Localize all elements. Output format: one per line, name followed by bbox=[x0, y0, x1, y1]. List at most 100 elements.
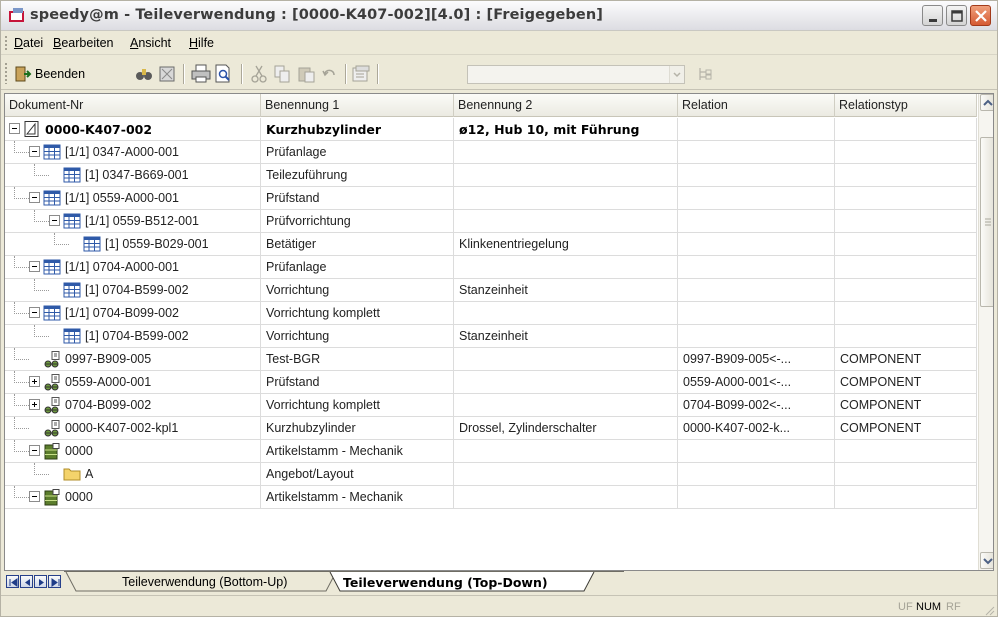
search-binoculars-icon[interactable] bbox=[135, 65, 153, 83]
document-number: 0997-B909-005 bbox=[65, 352, 152, 366]
cell-relationstyp bbox=[835, 233, 977, 256]
parts-usage-grid[interactable]: Dokument-Nr Benennung 1 Benennung 2 Rela… bbox=[4, 93, 994, 571]
document-number: [1/1] 0704-A000-001 bbox=[65, 260, 179, 274]
status-num: NUM bbox=[916, 601, 942, 613]
tab-nav-prev-button[interactable] bbox=[20, 575, 33, 588]
print-icon[interactable] bbox=[191, 64, 211, 83]
table-row[interactable]: [1/1] 0704-A000-001 Prüfanlage bbox=[5, 256, 977, 279]
cell-benennung-2 bbox=[454, 440, 678, 463]
table-row[interactable]: A Angebot/Layout bbox=[5, 463, 977, 486]
table-row[interactable]: 0000-K407-002 Kurzhubzylinder ø12, Hub 10,… bbox=[5, 118, 977, 141]
table-row[interactable]: [1/1] 0559-A000-001 Prüfstand bbox=[5, 187, 977, 210]
exit-icon bbox=[15, 66, 32, 82]
column-header-benennung-2[interactable]: Benennung 2 bbox=[454, 94, 678, 117]
column-header-relation[interactable]: Relation bbox=[678, 94, 835, 117]
cell-benennung-2: Stanzeinheit bbox=[454, 325, 678, 348]
table-icon bbox=[43, 305, 61, 321]
table-row[interactable]: 0559-A000-001 Prüfstand 0559-A000-001<-...… bbox=[5, 371, 977, 394]
tree-connector bbox=[14, 440, 15, 452]
expand-icon[interactable] bbox=[29, 399, 40, 410]
table-row[interactable]: 0000-K407-002-kpl1 Kurzhubzylinder Drossel… bbox=[5, 417, 977, 440]
menu-hilfe[interactable]: Hilfe bbox=[189, 36, 214, 50]
collapse-icon[interactable] bbox=[29, 445, 40, 456]
collapse-icon[interactable] bbox=[29, 261, 40, 272]
copy-icon[interactable] bbox=[274, 65, 291, 83]
close-button[interactable] bbox=[970, 5, 991, 26]
table-row[interactable]: [1] 0347-B669-001 Teilezuführung bbox=[5, 164, 977, 187]
table-row[interactable]: 0704-B099-002 Vorrichtung komplett 0704-B0… bbox=[5, 394, 977, 417]
tree-connector bbox=[14, 359, 29, 360]
collapse-icon[interactable] bbox=[9, 123, 20, 134]
collapse-icon[interactable] bbox=[49, 215, 60, 226]
collapse-icon[interactable] bbox=[29, 307, 40, 318]
table-row[interactable]: [1] 0559-B029-001 Betätiger Klinkenentrieg… bbox=[5, 233, 977, 256]
chevron-up-icon bbox=[983, 99, 993, 106]
properties-icon[interactable] bbox=[352, 65, 370, 83]
tab-nav-last-button[interactable] bbox=[48, 575, 61, 588]
menu-ansicht[interactable]: Ansicht bbox=[130, 36, 171, 50]
document-number: 0000 bbox=[65, 490, 93, 504]
document-number: A bbox=[85, 467, 94, 481]
column-header-relationstyp[interactable]: Relationstyp bbox=[835, 94, 977, 117]
column-header-benennung-1[interactable]: Benennung 1 bbox=[261, 94, 454, 117]
cell-dokument-nr: [1/1] 0704-A000-001 bbox=[5, 256, 261, 279]
tree-connector bbox=[34, 474, 49, 475]
cell-benennung-1: Prüfanlage bbox=[261, 256, 454, 279]
cell-relationstyp bbox=[835, 325, 977, 348]
scroll-thumb[interactable] bbox=[980, 137, 993, 307]
scroll-down-button[interactable] bbox=[980, 552, 993, 569]
collapse-icon[interactable] bbox=[29, 192, 40, 203]
resize-grip-icon[interactable] bbox=[983, 604, 995, 616]
tab-bottom-up[interactable]: Teileverwendung (Bottom-Up) bbox=[122, 575, 287, 589]
status-bar: UF NUM RF bbox=[1, 595, 997, 617]
paste-icon[interactable] bbox=[298, 65, 315, 83]
document-number: [1] 0704-B599-002 bbox=[85, 329, 189, 343]
toolbar-grip[interactable] bbox=[4, 62, 8, 84]
table-view-icon[interactable] bbox=[158, 65, 176, 83]
table-row[interactable]: 0997-B909-005 Test-BGR 0997-B909-005<-... C… bbox=[5, 348, 977, 371]
tab-nav-first-button[interactable] bbox=[6, 575, 19, 588]
collapse-icon[interactable] bbox=[29, 491, 40, 502]
expand-icon[interactable] bbox=[29, 376, 40, 387]
cell-benennung-1: Prüfanlage bbox=[261, 141, 454, 164]
table-row[interactable]: 0000 Artikelstamm - Mechanik bbox=[5, 486, 977, 509]
table-row[interactable]: [1/1] 0347-A000-001 Prüfanlage bbox=[5, 141, 977, 164]
vertical-scrollbar[interactable] bbox=[978, 94, 993, 570]
table-row[interactable]: 0000 Artikelstamm - Mechanik bbox=[5, 440, 977, 463]
filter-combobox[interactable] bbox=[467, 65, 685, 84]
cell-relation bbox=[678, 164, 835, 187]
menu-bearbeiten[interactable]: Bearbeiten bbox=[53, 36, 113, 50]
title-bar[interactable]: speedy@m - Teileverwendung : [0000-K407-… bbox=[1, 1, 997, 31]
combo-dropdown-button[interactable] bbox=[669, 66, 684, 83]
table-row[interactable]: [1] 0704-B599-002 Vorrichtung Stanzeinheit bbox=[5, 325, 977, 348]
column-header-dokument-nr[interactable]: Dokument-Nr bbox=[5, 94, 261, 117]
chevron-down-icon bbox=[673, 72, 681, 78]
cell-benennung-1: Artikelstamm - Mechanik bbox=[261, 486, 454, 509]
menu-datei[interactable]: Datei bbox=[14, 36, 43, 50]
tree-connector bbox=[14, 256, 15, 268]
menubar-grip[interactable] bbox=[4, 35, 8, 52]
undo-icon[interactable] bbox=[322, 66, 338, 82]
scroll-up-button[interactable] bbox=[980, 94, 993, 111]
table-row[interactable]: [1/1] 0559-B512-001 Prüfvorrichtung bbox=[5, 210, 977, 233]
table-row[interactable]: [1] 0704-B599-002 Vorrichtung Stanzeinheit bbox=[5, 279, 977, 302]
cell-dokument-nr: [1/1] 0559-A000-001 bbox=[5, 187, 261, 210]
maximize-button[interactable] bbox=[946, 5, 967, 26]
tree-connector bbox=[34, 290, 49, 291]
tree-connector bbox=[54, 244, 69, 245]
tab-top-down[interactable]: Teileverwendung (Top-Down) bbox=[343, 575, 548, 590]
cell-benennung-2 bbox=[454, 164, 678, 187]
cut-icon[interactable] bbox=[251, 65, 267, 83]
print-preview-icon[interactable] bbox=[214, 64, 234, 84]
table-row[interactable]: [1/1] 0704-B099-002 Vorrichtung komplett bbox=[5, 302, 977, 325]
minimize-button[interactable] bbox=[922, 5, 943, 26]
collapse-icon[interactable] bbox=[29, 146, 40, 157]
cell-relation bbox=[678, 325, 835, 348]
exit-button[interactable]: Beenden bbox=[14, 64, 85, 84]
document-number: [1] 0704-B599-002 bbox=[85, 283, 189, 297]
cell-relationstyp bbox=[835, 279, 977, 302]
document-number: [1/1] 0559-B512-001 bbox=[85, 214, 199, 228]
tab-nav-next-button[interactable] bbox=[34, 575, 47, 588]
tree-view-icon[interactable] bbox=[697, 66, 713, 82]
cell-dokument-nr: 0704-B099-002 bbox=[5, 394, 261, 417]
